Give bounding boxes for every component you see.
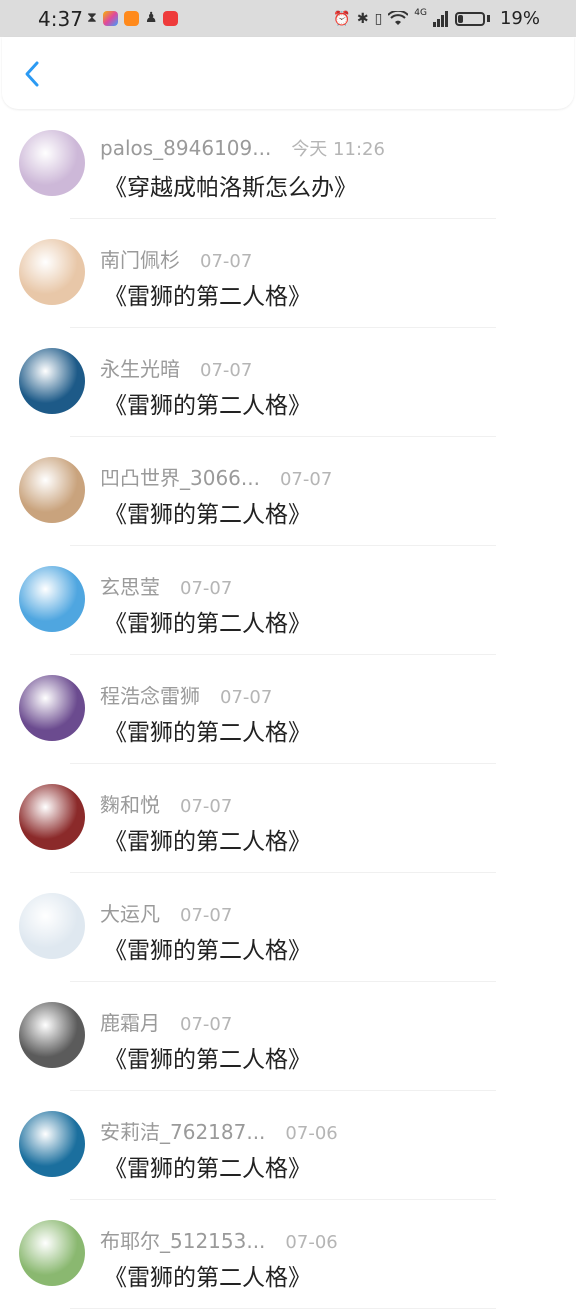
message-time: 07-07 <box>180 1014 233 1035</box>
user-name[interactable]: palos_8946109... <box>100 136 271 160</box>
user-name[interactable]: 安莉洁_762187... <box>100 1116 265 1145</box>
battery-cap <box>486 15 490 22</box>
message-row[interactable]: 凹凸世界_3066... 07-07 《雷狮的第二人格》 <box>0 437 576 546</box>
message-meta: 凹凸世界_3066... 07-07 <box>100 462 332 491</box>
chevron-left-icon <box>25 61 39 87</box>
message-time: 07-07 <box>180 578 233 599</box>
battery-fill <box>457 14 463 23</box>
message-content: 《雷狮的第二人格》 <box>104 611 311 637</box>
user-name[interactable]: 大运凡 <box>100 898 160 927</box>
message-row[interactable]: 大运凡 07-07 《雷狮的第二人格》 <box>0 873 576 982</box>
signal-icon <box>432 10 448 27</box>
message-time: 07-07 <box>220 687 273 708</box>
network-type-label: 4G <box>414 7 427 18</box>
system-indicators: ⏰ ✱ ▯ 4G 19% <box>333 7 540 30</box>
bluetooth-icon: ✱ <box>356 10 369 27</box>
message-meta: 玄思莹 07-07 <box>100 571 232 600</box>
user-name[interactable]: 凹凸世界_3066... <box>100 462 260 491</box>
user-avatar[interactable] <box>19 784 85 850</box>
message-time: 07-07 <box>180 905 233 926</box>
hourglass-icon: ⧗ <box>87 10 97 26</box>
back-button[interactable] <box>18 59 48 89</box>
user-name[interactable]: 程浩念雷狮 <box>100 680 200 709</box>
message-content: 《雷狮的第二人格》 <box>104 1265 311 1291</box>
message-meta: 鹿霜月 07-07 <box>100 1007 232 1036</box>
user-avatar[interactable] <box>19 1002 85 1068</box>
status-time: 4:37 <box>38 7 83 31</box>
vibrate-icon: ▯ <box>374 10 383 27</box>
battery-percentage: 19% <box>499 8 540 29</box>
message-content: 《雷狮的第二人格》 <box>104 720 311 746</box>
message-row[interactable]: 南门佩杉 07-07 《雷狮的第二人格》 <box>0 219 576 328</box>
message-time: 07-07 <box>180 796 233 817</box>
user-name[interactable]: 永生光暗 <box>100 353 180 382</box>
video-app-icon <box>123 10 139 26</box>
message-meta: 麴和悦 07-07 <box>100 789 232 818</box>
message-time: 07-06 <box>285 1123 338 1144</box>
message-row[interactable]: 鹿霜月 07-07 《雷狮的第二人格》 <box>0 982 576 1091</box>
red-app-icon <box>163 10 179 26</box>
message-meta: 布耶尔_512153... 07-06 <box>100 1225 338 1254</box>
message-row[interactable]: 程浩念雷狮 07-07 《雷狮的第二人格》 <box>0 655 576 764</box>
user-avatar[interactable] <box>19 130 85 196</box>
message-meta: 永生光暗 07-07 <box>100 353 252 382</box>
user-avatar[interactable] <box>19 457 85 523</box>
message-row[interactable]: 布耶尔_512153... 07-06 《雷狮的第二人格》 <box>0 1200 576 1309</box>
message-meta: 程浩念雷狮 07-07 <box>100 680 272 709</box>
message-row[interactable]: 永生光暗 07-07 《雷狮的第二人格》 <box>0 328 576 437</box>
message-time: 07-07 <box>200 251 253 272</box>
user-name[interactable]: 麴和悦 <box>100 789 160 818</box>
app-notification-icon <box>102 10 118 26</box>
message-row[interactable]: 玄思莹 07-07 《雷狮的第二人格》 <box>0 546 576 655</box>
wifi-icon <box>388 10 409 25</box>
user-name[interactable]: 布耶尔_512153... <box>100 1225 265 1254</box>
message-meta: 安莉洁_762187... 07-06 <box>100 1116 338 1145</box>
message-content: 《雷狮的第二人格》 <box>104 1156 311 1182</box>
top-app-bar <box>2 37 574 109</box>
message-content: 《雷狮的第二人格》 <box>104 284 311 310</box>
user-name[interactable]: 鹿霜月 <box>100 1007 160 1036</box>
user-avatar[interactable] <box>19 566 85 632</box>
user-name[interactable]: 南门佩杉 <box>100 244 180 273</box>
message-time: 07-06 <box>285 1232 338 1253</box>
alarm-icon: ⏰ <box>333 10 351 27</box>
message-content: 《雷狮的第二人格》 <box>104 502 311 528</box>
user-avatar[interactable] <box>19 675 85 741</box>
message-list: palos_8946109... 今天 11:26 《穿越成帕洛斯怎么办》 南门… <box>0 110 576 1309</box>
message-meta: palos_8946109... 今天 11:26 <box>100 135 385 161</box>
battery-icon <box>454 11 485 26</box>
notification-icons: ⧗ ♟ <box>87 10 179 26</box>
user-avatar[interactable] <box>19 348 85 414</box>
status-bar: 4:37 ⧗ ♟ ⏰ ✱ ▯ 4G 19% <box>0 0 576 37</box>
message-row[interactable]: 安莉洁_762187... 07-06 《雷狮的第二人格》 <box>0 1091 576 1200</box>
user-avatar[interactable] <box>19 893 85 959</box>
user-avatar[interactable] <box>19 1111 85 1177</box>
message-content: 《雷狮的第二人格》 <box>104 1047 311 1073</box>
message-meta: 大运凡 07-07 <box>100 898 232 927</box>
message-time: 07-07 <box>279 469 333 490</box>
message-content: 《雷狮的第二人格》 <box>104 393 311 419</box>
user-avatar[interactable] <box>19 1220 85 1286</box>
message-row[interactable]: palos_8946109... 今天 11:26 《穿越成帕洛斯怎么办》 <box>0 110 576 219</box>
message-content: 《雷狮的第二人格》 <box>104 938 311 964</box>
message-time: 07-07 <box>200 360 253 381</box>
user-name[interactable]: 玄思莹 <box>100 571 160 600</box>
message-time: 今天 11:26 <box>291 139 385 160</box>
message-row[interactable]: 麴和悦 07-07 《雷狮的第二人格》 <box>0 764 576 873</box>
message-content: 《雷狮的第二人格》 <box>104 829 311 855</box>
message-meta: 南门佩杉 07-07 <box>100 244 252 273</box>
qq-icon: ♟ <box>144 10 158 26</box>
message-content: 《穿越成帕洛斯怎么办》 <box>104 175 357 201</box>
user-avatar[interactable] <box>19 239 85 305</box>
